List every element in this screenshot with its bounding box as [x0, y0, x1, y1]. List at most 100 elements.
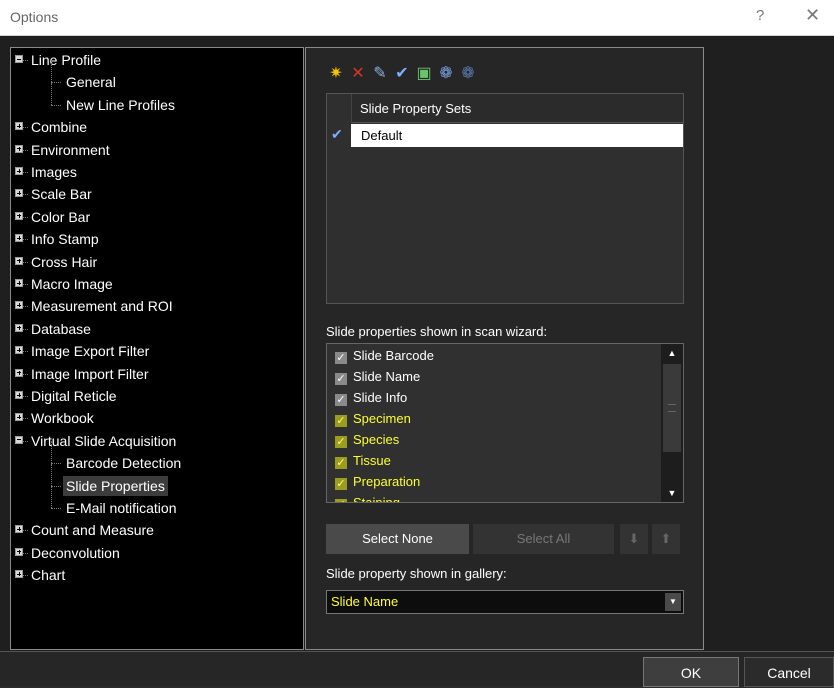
- import-set-icon[interactable]: ❁: [436, 64, 456, 84]
- scan-list-scrollbar[interactable]: ▲ ▼: [661, 344, 683, 502]
- tree-item[interactable]: Measurement and ROI: [15, 296, 176, 316]
- expand-icon[interactable]: [15, 211, 23, 220]
- expand-icon[interactable]: [15, 301, 23, 310]
- scroll-down-icon[interactable]: ▼: [661, 484, 683, 502]
- tree-item[interactable]: Deconvolution: [15, 543, 123, 563]
- checkbox[interactable]: ✓: [335, 394, 347, 406]
- checkbox[interactable]: ✓: [335, 436, 347, 448]
- tree-item[interactable]: Images: [15, 162, 80, 182]
- tree-item[interactable]: Barcode Detection: [51, 441, 184, 473]
- chevron-down-icon[interactable]: ▼: [665, 593, 681, 611]
- tree-item-label: Database: [31, 320, 91, 337]
- tree-item-label: Measurement and ROI: [31, 298, 173, 315]
- tree-item[interactable]: Count and Measure: [15, 520, 157, 540]
- expand-icon[interactable]: [15, 413, 23, 422]
- expand-icon[interactable]: [15, 279, 23, 287]
- checkbox[interactable]: ✓: [335, 457, 347, 469]
- expand-icon[interactable]: [15, 167, 23, 175]
- tree-item[interactable]: Workbook: [15, 408, 97, 428]
- scan-property-item[interactable]: ✓ Species: [335, 430, 399, 450]
- tree-item[interactable]: Info Stamp: [15, 229, 102, 249]
- tree-connector: [23, 127, 28, 129]
- tree-item[interactable]: Color Bar: [15, 207, 93, 227]
- tree-item[interactable]: Combine: [15, 117, 90, 137]
- collapse-icon[interactable]: [15, 435, 23, 444]
- scan-property-item[interactable]: ✓ Preparation: [335, 472, 420, 492]
- edit-set-icon[interactable]: ✎: [370, 64, 390, 84]
- collapse-icon[interactable]: [15, 55, 23, 63]
- tree-connector: [23, 149, 28, 151]
- gallery-property-dropdown[interactable]: Slide Name ▼: [326, 590, 684, 614]
- apply-set-icon[interactable]: ✔: [392, 64, 412, 84]
- expand-icon[interactable]: [15, 391, 23, 399]
- rename-set-icon[interactable]: ▣: [414, 64, 434, 84]
- checkbox[interactable]: ✓: [335, 415, 347, 427]
- tree-item[interactable]: Image Export Filter: [15, 341, 152, 361]
- sets-row-default[interactable]: Default: [351, 124, 683, 147]
- tree-item[interactable]: General: [51, 60, 119, 92]
- tree-item[interactable]: Image Import Filter: [15, 364, 151, 384]
- scan-property-item[interactable]: ✓ Staining: [335, 493, 400, 503]
- expand-icon[interactable]: [15, 144, 23, 153]
- close-button[interactable]: ✕: [805, 5, 820, 26]
- checkbox[interactable]: ✓: [335, 352, 347, 364]
- expand-icon[interactable]: [15, 525, 23, 534]
- scan-wizard-properties-list[interactable]: ▲ ▼ ✓ Slide Barcode ✓ Slide Name ✓ Slide Info…: [326, 343, 684, 503]
- scan-property-label: Slide Barcode: [353, 348, 434, 363]
- tree-connector: [23, 239, 28, 241]
- tree-item-label: Line Profile: [31, 52, 102, 68]
- export-set-icon[interactable]: ❁: [458, 64, 478, 84]
- scan-property-label: Staining: [353, 495, 400, 503]
- tree-connector: [23, 552, 28, 554]
- tree-item[interactable]: E-Mail notification: [51, 486, 180, 518]
- tree-item[interactable]: Chart: [15, 565, 68, 585]
- slide-property-sets-table[interactable]: Slide Property Sets ✔ Default: [326, 93, 684, 304]
- delete-set-icon[interactable]: ✕: [348, 64, 368, 84]
- scan-property-item[interactable]: ✓ Slide Name: [335, 367, 420, 387]
- select-none-button[interactable]: Select None: [326, 524, 469, 554]
- scan-property-item[interactable]: ✓ Specimen: [335, 409, 411, 429]
- checkbox[interactable]: ✓: [335, 373, 347, 385]
- cancel-button[interactable]: Cancel: [744, 657, 834, 687]
- expand-icon[interactable]: [15, 234, 23, 243]
- new-set-icon[interactable]: ✷: [326, 64, 346, 84]
- scroll-thumb[interactable]: [663, 364, 681, 452]
- scan-property-item[interactable]: ✓ Tissue: [335, 451, 391, 471]
- tree-item[interactable]: New Line Profiles: [51, 82, 178, 115]
- options-tree[interactable]: Line Profile General New Line Profiles Comb…: [10, 47, 304, 650]
- expand-icon[interactable]: [15, 256, 23, 265]
- expand-icon[interactable]: [15, 189, 23, 198]
- expand-icon[interactable]: [15, 323, 23, 332]
- checkbox[interactable]: ✓: [335, 499, 347, 502]
- expand-icon[interactable]: [15, 570, 23, 579]
- tree-connector: [51, 441, 52, 464]
- expand-icon[interactable]: [15, 346, 23, 355]
- checkbox[interactable]: ✓: [335, 478, 347, 490]
- ok-button[interactable]: OK: [643, 657, 739, 687]
- tree-item-label: Scale Bar: [31, 186, 92, 203]
- expand-icon[interactable]: [15, 368, 23, 377]
- tree-item[interactable]: Database: [15, 319, 94, 339]
- help-button[interactable]: ?: [756, 7, 764, 24]
- scan-property-label: Slide Info: [353, 390, 408, 405]
- tree-item[interactable]: Line Profile: [15, 50, 104, 70]
- scan-property-item[interactable]: ✓ Slide Info: [335, 388, 407, 408]
- move-up-button[interactable]: ⬆: [652, 524, 680, 554]
- scan-property-item[interactable]: ✓ Slide Barcode: [335, 346, 434, 366]
- move-down-button[interactable]: ⬇: [620, 524, 648, 554]
- expand-icon[interactable]: [15, 547, 23, 556]
- tree-item[interactable]: Cross Hair: [15, 252, 100, 272]
- tree-item[interactable]: Environment: [15, 140, 113, 160]
- scan-property-label: Tissue: [353, 453, 391, 468]
- select-all-button[interactable]: Select All: [473, 524, 614, 554]
- tree-item-label: Macro Image: [31, 276, 113, 292]
- tree-item[interactable]: Digital Reticle: [15, 386, 120, 406]
- tree-item[interactable]: Scale Bar: [15, 184, 95, 204]
- expand-icon[interactable]: [15, 122, 23, 131]
- tree-connector: [23, 396, 28, 397]
- tree-item[interactable]: Macro Image: [15, 274, 116, 294]
- tree-item[interactable]: Slide Properties: [51, 463, 168, 496]
- gallery-label: Slide property shown in gallery:: [326, 566, 507, 581]
- scroll-up-icon[interactable]: ▲: [661, 344, 683, 362]
- sets-column-header[interactable]: Slide Property Sets: [351, 94, 683, 123]
